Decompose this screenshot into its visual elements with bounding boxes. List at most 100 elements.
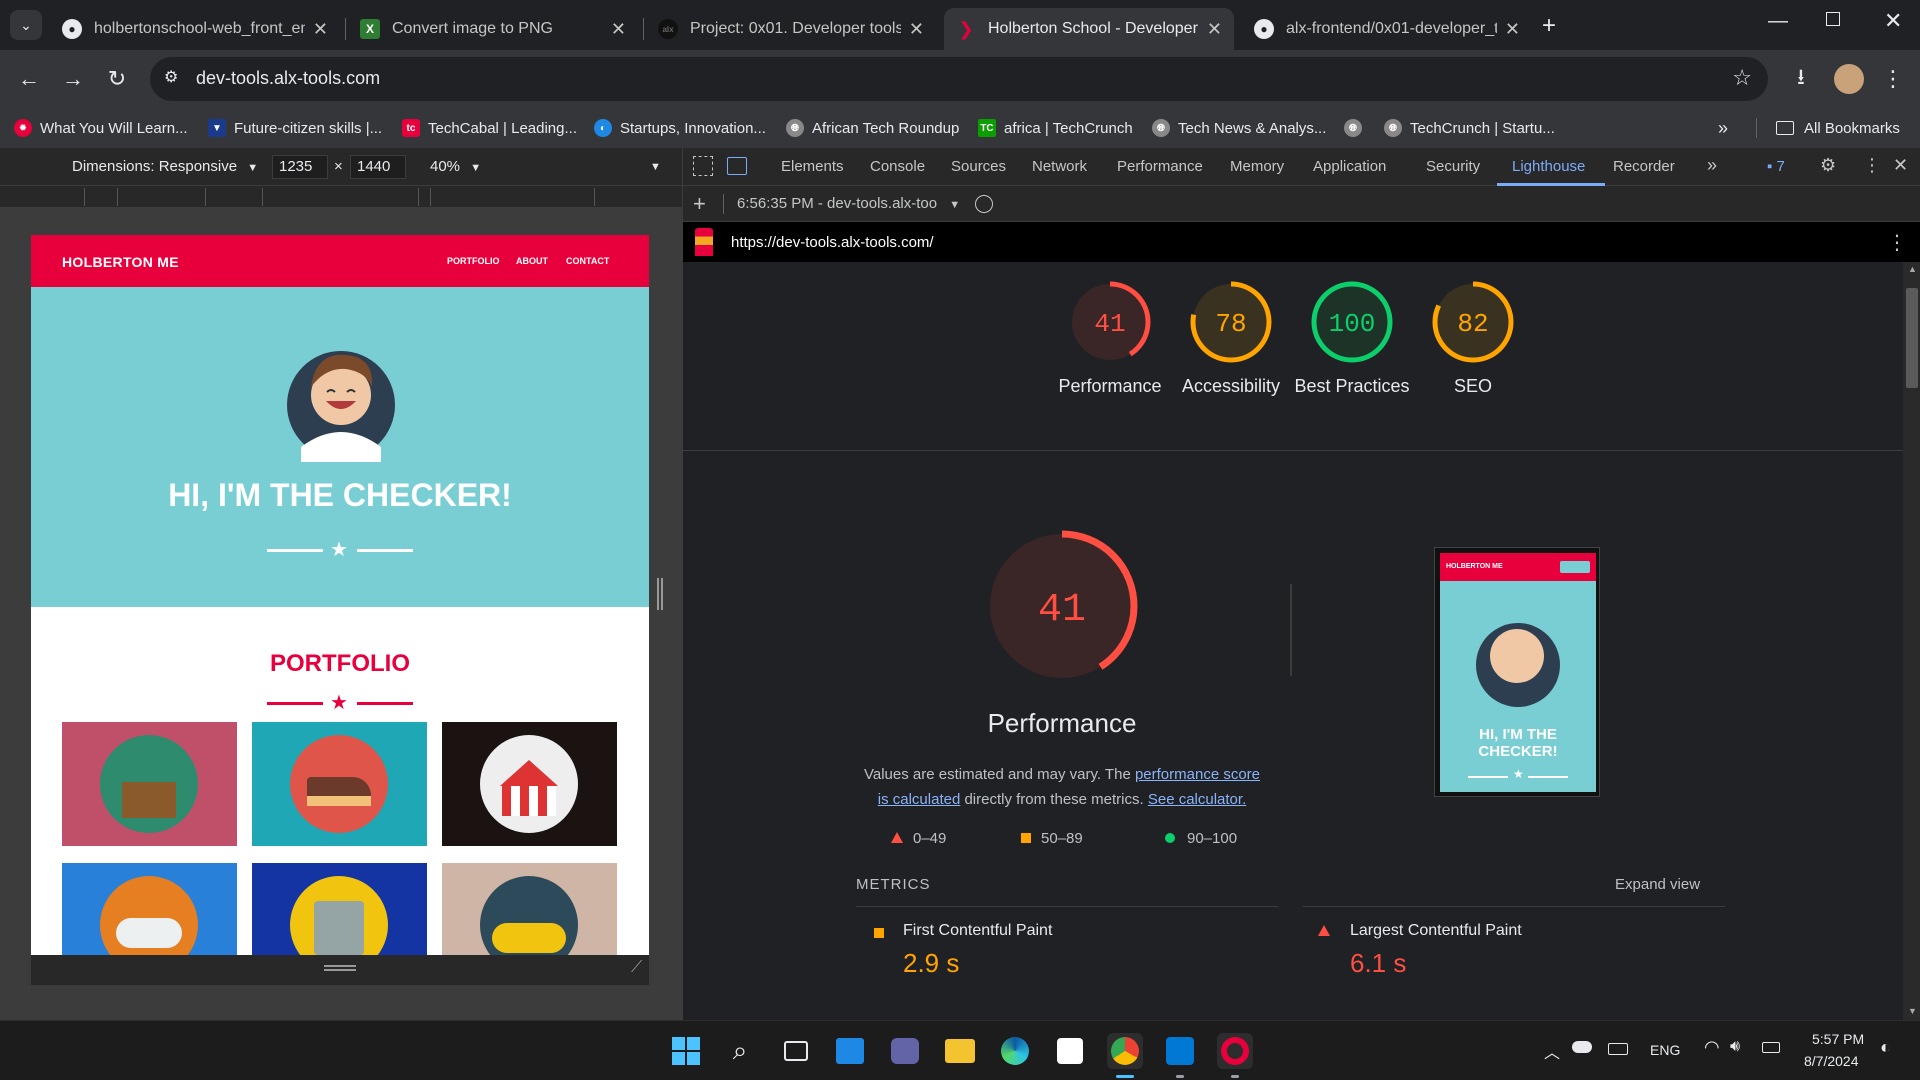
close-window-button[interactable]: ✕: [1884, 8, 1902, 34]
wifi-icon[interactable]: ◠: [1704, 1037, 1720, 1058]
devtools-tab-security[interactable]: Security: [1426, 158, 1480, 175]
report-select[interactable]: 6:56:35 PM - dev-tools.alx-too ▼: [737, 195, 960, 212]
site-brand[interactable]: HOLBERTON ME: [62, 254, 179, 270]
devtools-menu-icon[interactable]: ⋮: [1863, 155, 1881, 176]
devtools-tab-elements[interactable]: Elements: [781, 158, 844, 175]
task-view-button[interactable]: [778, 1033, 814, 1069]
devtools-tab-sources[interactable]: Sources: [951, 158, 1006, 175]
viewport-width-input[interactable]: 1235: [272, 155, 328, 179]
chrome-button[interactable]: [1107, 1033, 1143, 1069]
expand-view-button[interactable]: Expand view: [1615, 876, 1700, 893]
browser-tab-active[interactable]: ❯ Holberton School - Developer t ✕: [944, 8, 1234, 50]
new-tab-button[interactable]: +: [1542, 12, 1556, 40]
close-tab-icon[interactable]: ✕: [1505, 19, 1520, 40]
browser-tab-3[interactable]: alx Project: 0x01. Developer tools | ✕: [646, 8, 936, 50]
viewport-resize-handle-bottom[interactable]: ⟋: [31, 955, 649, 985]
portfolio-item-gamepad[interactable]: [62, 863, 237, 955]
bookmark-star-icon[interactable]: ☆: [1732, 65, 1752, 91]
browser-tab-1[interactable]: ● holbertonschool-web_front_enc ✕: [50, 8, 340, 50]
store-button[interactable]: [1052, 1033, 1088, 1069]
settings-gear-icon[interactable]: ⚙: [1820, 155, 1836, 176]
new-report-icon[interactable]: +: [693, 191, 706, 217]
inspect-element-icon[interactable]: [693, 156, 713, 176]
score-gauge-best-practices[interactable]: 100: [1310, 280, 1394, 364]
final-screenshot-thumbnail[interactable]: HOLBERTON ME HI, I'M THE CHECKER! ★: [1434, 547, 1600, 797]
bookmark-item[interactable]: TC africa | TechCrunch: [978, 116, 1133, 140]
media-query-ruler[interactable]: [0, 186, 682, 208]
devtools-tab-network[interactable]: Network: [1032, 158, 1087, 175]
tray-overflow-icon[interactable]: ︿: [1544, 1039, 1560, 1063]
clock-date[interactable]: 8/7/2024: [1804, 1053, 1859, 1069]
vscode-button[interactable]: [1162, 1033, 1198, 1069]
viewport-height-input[interactable]: 1440: [350, 155, 406, 179]
devtools-tab-console[interactable]: Console: [870, 158, 925, 175]
bookmark-item[interactable]: 🌐︎ TechCrunch | Startu...: [1384, 116, 1555, 140]
tab-search-button[interactable]: ⌄: [10, 10, 42, 40]
close-devtools-icon[interactable]: ✕: [1893, 155, 1908, 176]
close-tab-icon[interactable]: ✕: [313, 19, 328, 40]
reload-button[interactable]: ↻: [100, 62, 134, 96]
close-tab-icon[interactable]: ✕: [909, 19, 924, 40]
widgets-button[interactable]: [832, 1033, 868, 1069]
notifications-icon[interactable]: ◐: [1880, 1037, 1891, 1058]
scroll-up-icon[interactable]: ▲: [1908, 264, 1917, 274]
devtools-tab-application[interactable]: Application: [1313, 158, 1386, 175]
score-gauge-seo[interactable]: 82: [1431, 280, 1515, 364]
close-tab-icon[interactable]: ✕: [611, 19, 626, 40]
report-scrollbar[interactable]: ▲ ▼: [1903, 262, 1920, 1020]
device-options-button[interactable]: ▼: [650, 161, 661, 173]
browser-tab-2[interactable]: X Convert image to PNG ✕: [348, 8, 638, 50]
dimensions-select[interactable]: Dimensions: Responsive ▼: [72, 158, 258, 175]
back-button[interactable]: ←: [12, 62, 46, 96]
bookmark-item[interactable]: 🌐︎ African Tech Roundup: [786, 116, 959, 140]
score-gauge-performance[interactable]: 41: [1068, 280, 1152, 364]
bookmark-item[interactable]: tc TechCabal | Leading...: [402, 116, 577, 140]
score-gauge-accessibility[interactable]: 78: [1189, 280, 1273, 364]
portfolio-item-submarine[interactable]: [442, 863, 617, 955]
file-explorer-button[interactable]: [942, 1033, 978, 1069]
close-tab-icon[interactable]: ✕: [1207, 19, 1222, 40]
portfolio-item-cake[interactable]: [252, 722, 427, 846]
address-bar[interactable]: ⚙ dev-tools.alx-tools.com ☆: [150, 57, 1768, 101]
battery-icon[interactable]: [1762, 1042, 1780, 1053]
issues-badge[interactable]: ▪ 7: [1767, 158, 1785, 175]
portfolio-item-safe[interactable]: [252, 863, 427, 955]
report-menu-icon[interactable]: ⋮: [1887, 230, 1907, 255]
devtools-tab-lighthouse[interactable]: Lighthouse: [1512, 158, 1585, 175]
bookmark-item[interactable]: ▼ Future-citizen skills |...: [208, 116, 382, 140]
see-calculator-link[interactable]: See calculator.: [1148, 791, 1246, 808]
forward-button[interactable]: →: [56, 62, 90, 96]
onedrive-icon[interactable]: [1572, 1041, 1592, 1053]
search-button[interactable]: ⌕: [722, 1033, 758, 1069]
more-tabs-icon[interactable]: »: [1707, 155, 1717, 176]
zoom-select[interactable]: 40% ▼: [430, 158, 481, 175]
bookmark-item[interactable]: 🌐︎: [1344, 116, 1370, 140]
browser-tab-5[interactable]: ● alx-frontend/0x01-developer_tc ✕: [1242, 8, 1532, 50]
bookmarks-overflow-button[interactable]: »: [1718, 116, 1728, 140]
all-bookmarks-button[interactable]: All Bookmarks: [1776, 116, 1900, 140]
clear-reports-icon[interactable]: [975, 195, 993, 213]
start-button[interactable]: [668, 1033, 704, 1069]
volume-icon[interactable]: 🔊︎: [1730, 1038, 1740, 1056]
scrollbar-thumb[interactable]: [1906, 288, 1918, 388]
nav-contact[interactable]: CONTACT: [566, 256, 609, 266]
emulated-page[interactable]: HOLBERTON ME PORTFOLIO ABOUT CONTACT HI,…: [31, 235, 649, 955]
url-text[interactable]: dev-tools.alx-tools.com: [196, 68, 380, 89]
nav-portfolio[interactable]: PORTFOLIO: [447, 256, 500, 266]
device-toggle-icon[interactable]: [727, 157, 747, 175]
language-indicator[interactable]: ENG: [1650, 1042, 1680, 1058]
devtools-tab-recorder[interactable]: Recorder: [1613, 158, 1675, 175]
profile-avatar[interactable]: [1834, 64, 1864, 94]
browser-menu-button[interactable]: ⋮: [1876, 62, 1910, 96]
site-info-icon[interactable]: ⚙: [164, 67, 178, 87]
opera-button[interactable]: [1217, 1033, 1253, 1069]
devtools-tab-memory[interactable]: Memory: [1230, 158, 1284, 175]
lighthouse-url[interactable]: https://dev-tools.alx-tools.com/: [731, 234, 934, 251]
restore-button[interactable]: [1826, 12, 1840, 26]
minimize-button[interactable]: —: [1768, 10, 1788, 33]
scroll-down-icon[interactable]: ▼: [1908, 1006, 1917, 1016]
edge-button[interactable]: [997, 1033, 1033, 1069]
teams-button[interactable]: [887, 1033, 923, 1069]
portfolio-item-cabin[interactable]: [62, 722, 237, 846]
viewport-resize-handle-right[interactable]: [657, 578, 663, 610]
